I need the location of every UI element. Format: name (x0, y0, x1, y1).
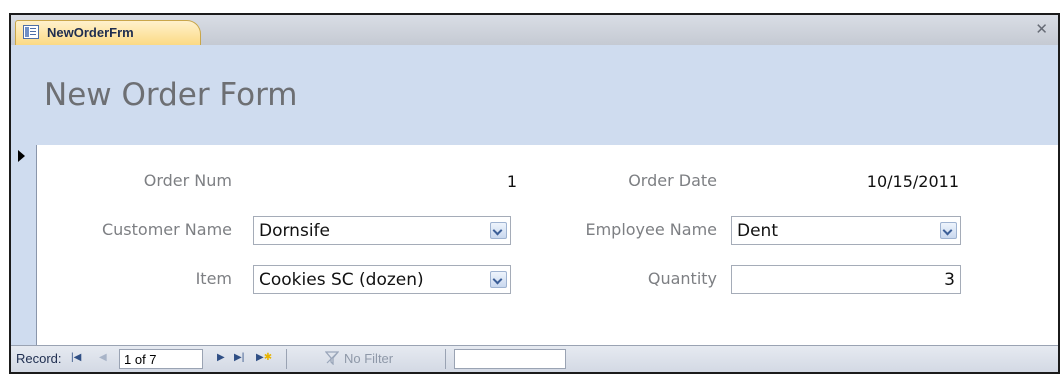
form-detail: Order Num 1 Order Date 10/15/2011 Custom… (37, 145, 1058, 346)
divider (445, 349, 446, 369)
customer-name-combo[interactable]: Dornsife (253, 216, 511, 245)
no-filter-icon (325, 351, 339, 365)
search-input[interactable] (454, 349, 566, 369)
chevron-down-icon[interactable] (490, 222, 507, 239)
employee-name-combo[interactable]: Dent (731, 216, 961, 245)
document-tab-strip: NewOrderFrm ✕ (11, 15, 1058, 46)
form-window: NewOrderFrm ✕ New Order Form Order Num 1… (9, 13, 1060, 374)
customer-name-label: Customer Name (101, 220, 232, 239)
quantity-value: 3 (944, 270, 955, 290)
order-num-label: Order Num (143, 171, 232, 190)
record-label: Record: (16, 351, 62, 366)
last-record-icon[interactable]: ▶| (234, 352, 244, 363)
first-record-icon[interactable]: |◀ (71, 352, 81, 363)
record-selector[interactable] (11, 145, 37, 346)
employee-name-value: Dent (737, 221, 778, 241)
divider (286, 349, 287, 369)
close-icon[interactable]: ✕ (1035, 20, 1048, 38)
current-record-field[interactable]: 1 of 7 (119, 349, 203, 369)
quantity-field[interactable]: 3 (731, 265, 961, 294)
chevron-down-icon[interactable] (490, 271, 507, 288)
record-navigation-bar: Record: |◀ ◀ 1 of 7 ▶ ▶| ▶✱ No Filter (11, 345, 1058, 372)
current-record-value: 1 of 7 (124, 352, 157, 367)
customer-name-value: Dornsife (259, 221, 330, 241)
item-combo[interactable]: Cookies SC (dozen) (253, 265, 511, 294)
item-label: Item (195, 269, 232, 288)
tab-neworderfrm[interactable]: NewOrderFrm (15, 20, 201, 46)
tab-label: NewOrderFrm (47, 25, 134, 40)
next-record-icon[interactable]: ▶ (217, 352, 225, 363)
form-icon (23, 25, 39, 39)
order-date-label: Order Date (628, 171, 717, 190)
employee-name-label: Employee Name (585, 220, 717, 239)
new-record-icon[interactable]: ▶✱ (256, 352, 272, 363)
item-value: Cookies SC (dozen) (259, 270, 424, 290)
previous-record-icon[interactable]: ◀ (99, 352, 107, 363)
no-filter-button[interactable]: No Filter (344, 351, 393, 366)
form-header: New Order Form (11, 45, 1058, 145)
current-record-arrow-icon (18, 150, 25, 162)
quantity-label: Quantity (647, 269, 717, 288)
page-title: New Order Form (44, 77, 298, 113)
order-date-value: 10/15/2011 (866, 172, 959, 191)
chevron-down-icon[interactable] (940, 222, 957, 239)
order-num-value: 1 (506, 172, 517, 191)
